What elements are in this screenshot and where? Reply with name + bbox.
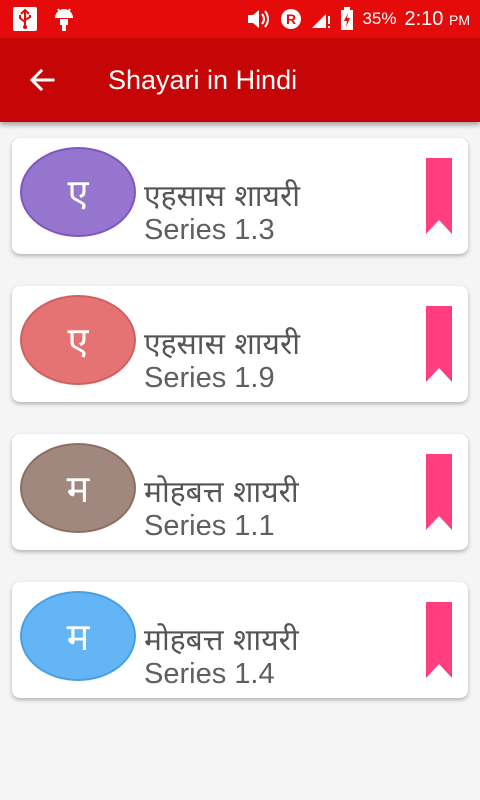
- battery-percent: 35%: [362, 9, 397, 28]
- avatar-letter: म: [66, 615, 90, 659]
- avatar: ए: [20, 295, 136, 385]
- volume-icon: [246, 8, 272, 30]
- bookmark-icon[interactable]: [426, 602, 452, 678]
- item-title: मोहबत्त शायरी: [144, 475, 299, 510]
- system-status: R 35% 2:10 PM: [246, 0, 470, 38]
- clock-ampm: PM: [449, 11, 470, 28]
- item-title: मोहबत्त शायरी: [144, 623, 299, 658]
- back-button[interactable]: [22, 60, 62, 100]
- item-subtitle: Series 1.9: [144, 362, 275, 394]
- battery-charging-icon: [340, 7, 354, 31]
- avatar-letter: म: [66, 467, 90, 511]
- clock-time: 2:10: [404, 7, 444, 30]
- avatar-letter: ए: [67, 171, 89, 215]
- list-item[interactable]: ए एहसास शायरी Series 1.9: [12, 286, 468, 402]
- item-subtitle: Series 1.3: [144, 214, 275, 246]
- list-item[interactable]: म मोहबत्त शायरी Series 1.1: [12, 434, 468, 550]
- status-bar: R 35% 2:10 PM: [0, 0, 480, 38]
- bookmark-icon[interactable]: [426, 306, 452, 382]
- list-item[interactable]: म मोहबत्त शायरी Series 1.4: [12, 582, 468, 698]
- signal-icon: [310, 8, 332, 30]
- usb-icon: [12, 6, 38, 32]
- bookmark-icon[interactable]: [426, 158, 452, 234]
- svg-text:R: R: [286, 11, 296, 27]
- roaming-icon: R: [280, 8, 302, 30]
- clock: 2:10 PM: [405, 8, 471, 31]
- android-debug-icon: [52, 6, 76, 32]
- app-bar: Shayari in Hindi: [0, 38, 480, 122]
- bookmark-icon[interactable]: [426, 454, 452, 530]
- arrow-left-icon: [29, 68, 55, 92]
- list-item[interactable]: ए एहसास शायरी Series 1.3: [12, 138, 468, 254]
- avatar: म: [20, 591, 136, 681]
- avatar-letter: ए: [67, 319, 89, 363]
- notification-icons: [12, 6, 76, 32]
- page-title: Shayari in Hindi: [108, 65, 298, 95]
- avatar: ए: [20, 147, 136, 237]
- item-subtitle: Series 1.4: [144, 658, 275, 690]
- item-title: एहसास शायरी: [144, 327, 300, 362]
- item-title: एहसास शायरी: [144, 179, 300, 214]
- item-subtitle: Series 1.1: [144, 510, 275, 542]
- avatar: म: [20, 443, 136, 533]
